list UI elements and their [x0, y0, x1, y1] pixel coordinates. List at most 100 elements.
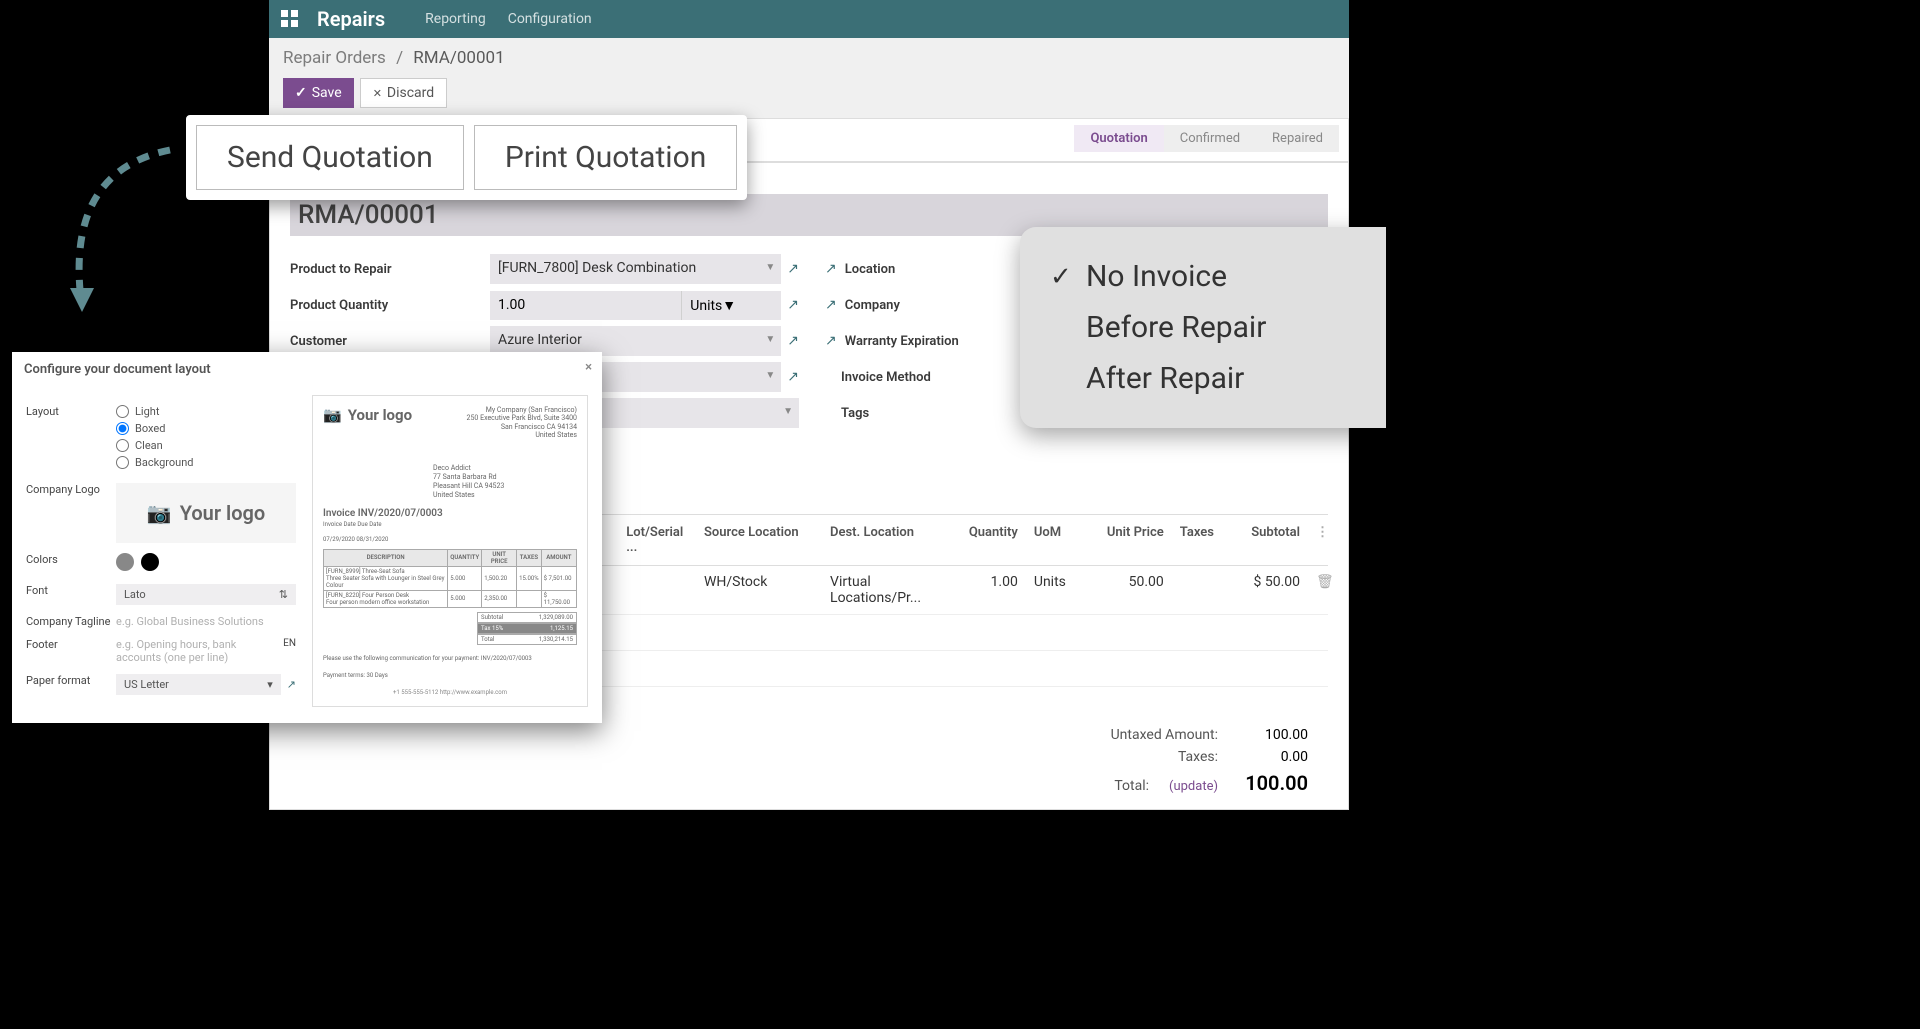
paper-select[interactable]: US Letter▾	[116, 674, 281, 695]
radio-label: Boxed	[135, 422, 165, 435]
col-tax[interactable]: Taxes	[1172, 525, 1230, 555]
col-qty[interactable]: Quantity	[958, 525, 1026, 555]
status-quotation[interactable]: Quotation	[1074, 125, 1163, 152]
ref-value: RMA/00001	[298, 200, 1320, 230]
logo-label: Company Logo	[26, 483, 116, 543]
col-dst[interactable]: Dest. Location	[822, 525, 958, 555]
breadcrumb-bar: Repair Orders / RMA/00001	[269, 38, 1349, 74]
discard-button[interactable]: Discard	[360, 78, 448, 108]
quotation-buttons-popout: Send Quotation Print Quotation	[186, 115, 747, 200]
paper-label: Paper format	[26, 674, 116, 695]
preview-company: My Company (San Francisco) 250 Executive…	[467, 406, 577, 440]
td: 5.000	[448, 590, 482, 607]
update-link[interactable]: (update)	[1169, 779, 1218, 794]
discard-label: Discard	[387, 85, 434, 101]
status-repaired[interactable]: Repaired	[1256, 125, 1339, 152]
taxes-label: Taxes:	[1078, 749, 1218, 765]
unit-input[interactable]: Units▼	[681, 291, 781, 320]
layout-radio-boxed[interactable]: Boxed	[116, 422, 296, 435]
col-sub[interactable]: Subtotal	[1230, 525, 1308, 555]
invoice-option-after[interactable]: After Repair	[1050, 353, 1266, 404]
cell-lot	[618, 574, 696, 606]
th: QUANTITY	[448, 549, 482, 566]
product-value: [FURN_7800] Desk Combination	[498, 260, 696, 276]
unit-value: Units	[690, 298, 722, 314]
external-link-icon[interactable]: ↗	[825, 333, 837, 349]
layout-radio-background[interactable]: Background	[116, 456, 296, 469]
external-link-icon[interactable]: ↗	[787, 369, 799, 385]
total-label: Total:	[1009, 778, 1149, 794]
nav-reporting[interactable]: Reporting	[425, 11, 486, 27]
external-link-icon[interactable]: ↗	[787, 261, 799, 277]
col-src[interactable]: Source Location	[696, 525, 822, 555]
preview-totals: Subtotal1,329,089.00 Tax 15%1,125.15 Tot…	[323, 612, 577, 645]
nav-configuration[interactable]: Configuration	[508, 11, 592, 27]
col-lot[interactable]: Lot/Serial ...	[618, 525, 696, 555]
product-input[interactable]: [FURN_7800] Desk Combination ▼	[490, 254, 781, 284]
color-swatch-black[interactable]	[141, 553, 159, 571]
total-val: 100.00	[1238, 771, 1308, 795]
external-link-icon[interactable]: ↗	[787, 297, 799, 313]
qty-input[interactable]: 1.00	[490, 291, 681, 320]
invoice-option-none[interactable]: ✓No Invoice	[1050, 251, 1266, 302]
preview-addr: Deco Addict 77 Santa Barbara Rd Pleasant…	[433, 464, 577, 500]
logo-upload[interactable]: 📷Your logo	[116, 483, 296, 543]
save-row: Save Discard	[269, 74, 1349, 118]
footer-label: Footer	[26, 638, 116, 664]
th: DESCRIPTION	[324, 549, 448, 566]
location-label: Location	[845, 262, 896, 277]
chevron-down-icon: ▼	[765, 262, 775, 273]
status-confirmed[interactable]: Confirmed	[1164, 125, 1256, 152]
td	[517, 590, 541, 607]
td: $ 11,750.00	[541, 590, 576, 607]
doc-preview: 📷Your logo My Company (San Francisco) 25…	[312, 395, 588, 707]
invoice-option-label: No Invoice	[1086, 259, 1227, 294]
col-uom[interactable]: UoM	[1026, 525, 1094, 555]
col-price[interactable]: Unit Price	[1094, 525, 1172, 555]
chevron-down-icon: ▼	[765, 334, 775, 345]
external-link-icon[interactable]: ↗	[825, 261, 837, 277]
product-label: Product to Repair	[290, 262, 490, 277]
paper-value: US Letter	[124, 678, 169, 691]
color-swatch-grey[interactable]	[116, 553, 134, 571]
preview-invoice-title: Invoice INV/2020/07/0003	[323, 508, 577, 519]
updown-icon: ⇅	[279, 588, 288, 601]
layout-radio-clean[interactable]: Clean	[116, 439, 296, 452]
font-label: Font	[26, 584, 116, 605]
preview-total: 1,330,214.15	[539, 636, 573, 643]
breadcrumb-sep: /	[396, 48, 403, 68]
close-icon[interactable]: ×	[585, 360, 592, 375]
external-link-icon[interactable]: ↗	[825, 297, 837, 313]
tagline-label: Company Tagline	[26, 615, 116, 628]
tagline-input[interactable]: e.g. Global Business Solutions	[116, 615, 264, 628]
send-quotation-button[interactable]: Send Quotation	[196, 125, 464, 190]
footer-input[interactable]: e.g. Opening hours, bank accounts (one p…	[116, 638, 277, 664]
external-link-icon[interactable]: ↗	[287, 678, 296, 691]
cell-uom: Units	[1026, 574, 1094, 606]
layout-radio-light[interactable]: Light	[116, 405, 296, 418]
topbar: Repairs Reporting Configuration	[269, 0, 1349, 38]
breadcrumb-root[interactable]: Repair Orders	[283, 48, 386, 68]
invoice-label: Invoice Method	[841, 370, 931, 385]
cell-price: 50.00	[1094, 574, 1172, 606]
th: AMOUNT	[541, 549, 576, 566]
modal-title-text: Configure your document layout	[24, 362, 211, 377]
preview-tax: 1,125.15	[550, 625, 573, 632]
col-menu[interactable]: ⋮	[1308, 525, 1328, 555]
print-quotation-button[interactable]: Print Quotation	[474, 125, 737, 190]
th: UNIT PRICE	[482, 549, 517, 566]
preview-meta1: Invoice Date Due Date	[323, 521, 577, 528]
logo-text: Your logo	[180, 501, 266, 525]
apps-icon[interactable]	[281, 10, 299, 28]
td: 2,350.00	[482, 590, 517, 607]
invoice-option-before[interactable]: Before Repair	[1050, 302, 1266, 353]
save-button[interactable]: Save	[283, 78, 354, 108]
external-link-icon[interactable]: ↗	[787, 333, 799, 349]
qty-label: Product Quantity	[290, 298, 490, 313]
invoice-option-label: After Repair	[1086, 361, 1244, 396]
delete-row-icon[interactable]: 🗑	[1308, 574, 1328, 606]
preview-note: Please use the following communication f…	[323, 655, 577, 662]
invoice-option-label: Before Repair	[1086, 310, 1266, 345]
footer-lang[interactable]: EN	[283, 638, 296, 649]
font-select[interactable]: Lato⇅	[116, 584, 296, 605]
